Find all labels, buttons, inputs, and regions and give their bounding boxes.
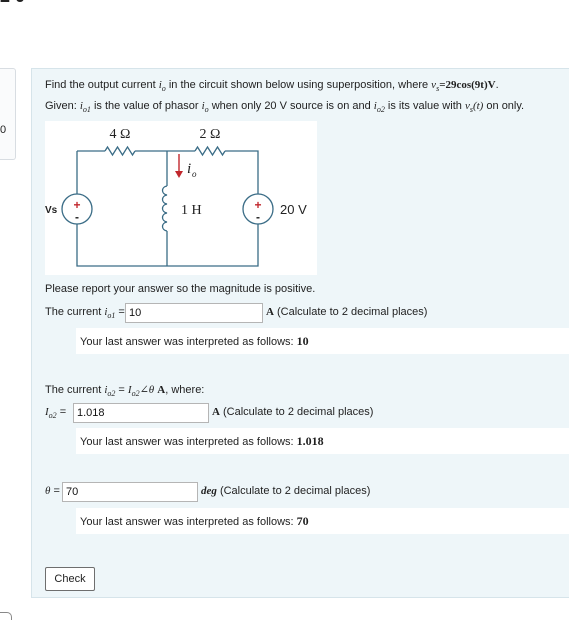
vs-minus-sign: - xyxy=(75,210,79,224)
source-expression: =29cos(9t) xyxy=(439,79,488,91)
io2-symbol: io2 xyxy=(373,100,385,115)
part3-hint: deg (Calculate to 2 decimal places) xyxy=(201,485,371,497)
part2-description: The current io2 = Io2∠θ A, where: xyxy=(45,384,205,399)
page-fragment-left: 0 xyxy=(0,124,7,136)
io-symbol: io xyxy=(158,79,166,94)
io1-symbol: io1 xyxy=(79,100,91,115)
page-fragment-top: 2 0 xyxy=(0,0,26,5)
io-label: i xyxy=(187,161,191,177)
circuit-svg: 4 Ω 2 Ω i o 1 H Vs 20 V + - + - xyxy=(45,127,307,267)
q2-text-d: is its value with xyxy=(384,100,465,112)
resistor-4ohm xyxy=(104,145,136,157)
r2-label: 2 Ω xyxy=(200,127,221,142)
part1-interpretation: Your last answer was interpreted as foll… xyxy=(76,328,569,354)
q1-text-a: Find the output current xyxy=(45,79,159,91)
vs-t-symbol: vs(t) xyxy=(464,100,484,115)
part1-hint: A (Calculate to 2 decimal places) xyxy=(266,306,428,318)
part1-label: The current io1 = xyxy=(45,306,125,321)
question-line-2: Given: io1 is the value of phasor io whe… xyxy=(45,100,524,114)
circuit-diagram: 4 Ω 2 Ω i o 1 H Vs 20 V + - + - xyxy=(45,121,317,275)
check-button[interactable]: Check xyxy=(45,567,95,591)
part2-answer-input[interactable]: 1.018 xyxy=(73,403,209,423)
previous-panel-edge xyxy=(0,68,16,160)
dc-minus-sign: - xyxy=(256,210,260,224)
vs-symbol: vs xyxy=(431,79,440,94)
io-label-sub: o xyxy=(192,169,197,179)
question-panel: Find the output current io in the circui… xyxy=(31,68,569,598)
io-arrow-head xyxy=(175,171,183,178)
q2-text-a: Given: xyxy=(45,100,80,112)
inductor-coil xyxy=(161,185,168,232)
io-symbol-2: io xyxy=(201,100,209,115)
q1-text-b: in the circuit shown below using superpo… xyxy=(165,79,432,91)
part3-interpretation: Your last answer was interpreted as foll… xyxy=(76,508,569,534)
source2-label: 20 V xyxy=(280,202,307,217)
part1-label-text: The current xyxy=(45,306,105,318)
source-unit: V xyxy=(487,79,496,91)
part2-interpretation: Your last answer was interpreted as foll… xyxy=(76,428,569,454)
r1-label: 4 Ω xyxy=(110,127,131,142)
part1-answer-input[interactable]: 10 xyxy=(125,303,263,323)
instructions-text: Please report your answer so the magnitu… xyxy=(45,283,316,295)
part3-answer-input[interactable]: 70 xyxy=(62,482,198,502)
wire-top-right xyxy=(225,150,259,194)
resistor-2ohm xyxy=(194,145,226,157)
part2-label: Io2 = xyxy=(45,406,67,421)
part3-label: θ = xyxy=(45,485,60,497)
part1-io1-symbol: io1 xyxy=(104,306,116,321)
vs-label: Vs xyxy=(45,205,58,216)
next-panel-edge xyxy=(0,612,12,620)
q2-text-b: is the value of phasor xyxy=(90,100,202,112)
question-line-1: Find the output current io in the circui… xyxy=(45,79,499,94)
q2-text-e: on only. xyxy=(483,100,525,112)
q2-text-c: when only 20 V source is on and xyxy=(208,100,374,112)
inductor-label: 1 H xyxy=(181,203,202,218)
part2-hint: A (Calculate to 2 decimal places) xyxy=(212,406,374,418)
